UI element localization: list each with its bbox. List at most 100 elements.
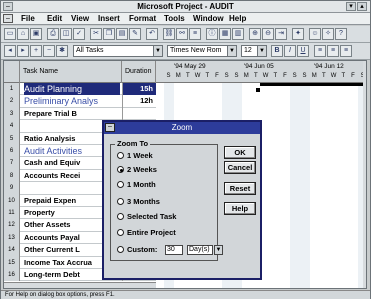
print-preview-icon[interactable]: ◫ [60, 28, 72, 40]
task-name-cell[interactable]: Preliminary Analys [24, 95, 120, 107]
menu-tools[interactable]: Tools [164, 14, 185, 23]
bold-button[interactable]: B [271, 45, 283, 57]
help-button[interactable]: Help [224, 202, 256, 215]
open-file-icon[interactable]: ⌂ [17, 28, 29, 40]
underline-button[interactable]: U [297, 45, 309, 57]
table-row[interactable]: 3 Prepare Trial B [4, 107, 156, 121]
print-icon[interactable]: ⎙ [47, 28, 59, 40]
link-tasks-icon[interactable]: ⛓ [163, 28, 175, 40]
split-task-icon[interactable]: ≡ [189, 28, 201, 40]
option-custom[interactable]: Custom: [117, 245, 157, 254]
dropdown-arrow-icon[interactable]: ▼ [214, 245, 223, 255]
duration-column-header[interactable]: Duration [122, 61, 156, 83]
align-right-icon[interactable]: ≡ [340, 45, 352, 57]
row-header-corner[interactable] [4, 61, 20, 83]
show-subtasks-icon[interactable]: + [30, 45, 42, 57]
new-file-icon[interactable]: ▭ [4, 28, 16, 40]
dialog-system-menu-icon[interactable]: – [105, 123, 115, 132]
row-id[interactable]: 10 [4, 194, 20, 207]
save-icon[interactable]: ▣ [30, 28, 42, 40]
option-3-months[interactable]: 3 Months [117, 197, 160, 206]
table-row[interactable]: 2 Preliminary Analys 12h [4, 95, 156, 108]
align-center-icon[interactable]: ≡ [327, 45, 339, 57]
row-id[interactable]: 1 [4, 83, 20, 96]
row-id[interactable]: 8 [4, 169, 20, 183]
menu-insert[interactable]: Insert [98, 14, 120, 23]
duration-cell[interactable] [122, 107, 156, 121]
option-entire-project[interactable]: Entire Project [117, 228, 176, 237]
hide-subtasks-icon[interactable]: − [43, 45, 55, 57]
custom-value-input[interactable]: 30 [165, 245, 183, 255]
maximize-button[interactable]: ▴ [357, 2, 367, 11]
paste-icon[interactable]: ▤ [116, 28, 128, 40]
format-painter-icon[interactable]: ✎ [129, 28, 141, 40]
task-notes-icon[interactable]: ▦ [219, 28, 231, 40]
resource-icon[interactable]: ☺ [309, 28, 321, 40]
menu-edit[interactable]: Edit [47, 14, 62, 23]
radio-button[interactable] [117, 181, 124, 188]
gantt-wizard-icon[interactable]: ✦ [292, 28, 304, 40]
dropdown-arrow-icon[interactable]: ▼ [153, 46, 162, 56]
dropdown-arrow-icon[interactable]: ▼ [257, 46, 266, 56]
show-all-icon[interactable]: ✱ [56, 45, 68, 57]
unlink-tasks-icon[interactable]: ⚯ [176, 28, 188, 40]
radio-button[interactable] [117, 229, 124, 236]
row-id[interactable]: 7 [4, 157, 20, 170]
cancel-button[interactable]: Cancel [224, 161, 256, 174]
goto-task-icon[interactable]: ⇥ [275, 28, 287, 40]
task-info-icon[interactable]: ⓘ [206, 28, 218, 40]
option-1-month[interactable]: 1 Month [117, 180, 156, 189]
duration-cell[interactable]: 15h [122, 83, 156, 96]
task-name-column-header[interactable]: Task Name [20, 61, 122, 83]
radio-button[interactable] [117, 213, 124, 220]
font-select[interactable]: Times New Rom ▼ [167, 45, 237, 57]
dropdown-arrow-icon[interactable]: ▼ [227, 46, 236, 56]
help-pointer-icon[interactable]: ? [335, 28, 347, 40]
undo-icon[interactable]: ↶ [146, 28, 158, 40]
menu-format[interactable]: Format [129, 14, 156, 23]
row-id[interactable]: 4 [4, 120, 20, 133]
spelling-icon[interactable]: ✓ [73, 28, 85, 40]
row-id[interactable]: 16 [4, 269, 20, 282]
row-id[interactable]: 3 [4, 107, 20, 121]
radio-button-selected[interactable] [117, 166, 124, 173]
filter-select[interactable]: All Tasks ▼ [73, 45, 163, 57]
zoom-in-icon[interactable]: ⊕ [249, 28, 261, 40]
row-id[interactable]: 2 [4, 95, 20, 108]
option-1-week[interactable]: 1 Week [117, 151, 153, 160]
tip-icon[interactable]: ✧ [322, 28, 334, 40]
document-menu-icon[interactable]: – [3, 14, 13, 23]
zoom-out-icon[interactable]: ⊖ [262, 28, 274, 40]
radio-button[interactable] [117, 152, 124, 159]
row-id[interactable]: 13 [4, 231, 20, 245]
task-name-cell[interactable]: Prepare Trial B [24, 108, 120, 120]
cut-icon[interactable]: ✂ [90, 28, 102, 40]
indent-icon[interactable]: ▸ [17, 45, 29, 57]
vertical-scrollbar[interactable] [363, 61, 366, 288]
align-left-icon[interactable]: ≡ [314, 45, 326, 57]
menu-window[interactable]: Window [193, 14, 224, 23]
copy-icon[interactable]: ❐ [103, 28, 115, 40]
italic-button[interactable]: I [284, 45, 296, 57]
row-id[interactable]: 12 [4, 219, 20, 232]
menu-file[interactable]: File [21, 14, 35, 23]
row-id[interactable]: 5 [4, 132, 20, 145]
table-row[interactable]: 1 Audit Planning 15h [4, 83, 156, 96]
minimize-button[interactable]: ▾ [346, 2, 356, 11]
attach-icon[interactable]: ▥ [232, 28, 244, 40]
custom-unit-select[interactable]: Day(s) [187, 245, 213, 255]
reset-button[interactable]: Reset [224, 182, 256, 195]
menu-help[interactable]: Help [229, 14, 246, 23]
menu-view[interactable]: View [71, 14, 89, 23]
radio-button[interactable] [117, 198, 124, 205]
font-size-select[interactable]: 12 ▼ [241, 45, 267, 57]
row-id[interactable]: 11 [4, 207, 20, 220]
option-2-weeks[interactable]: 2 Weeks [117, 165, 157, 174]
duration-cell[interactable]: 12h [122, 95, 156, 108]
row-id[interactable]: 9 [4, 182, 20, 195]
task-name-cell[interactable]: Audit Planning [24, 83, 120, 95]
row-id[interactable]: 14 [4, 244, 20, 257]
row-id[interactable]: 15 [4, 256, 20, 269]
horizontal-scrollbar[interactable] [4, 282, 156, 288]
row-id[interactable]: 6 [4, 145, 20, 158]
